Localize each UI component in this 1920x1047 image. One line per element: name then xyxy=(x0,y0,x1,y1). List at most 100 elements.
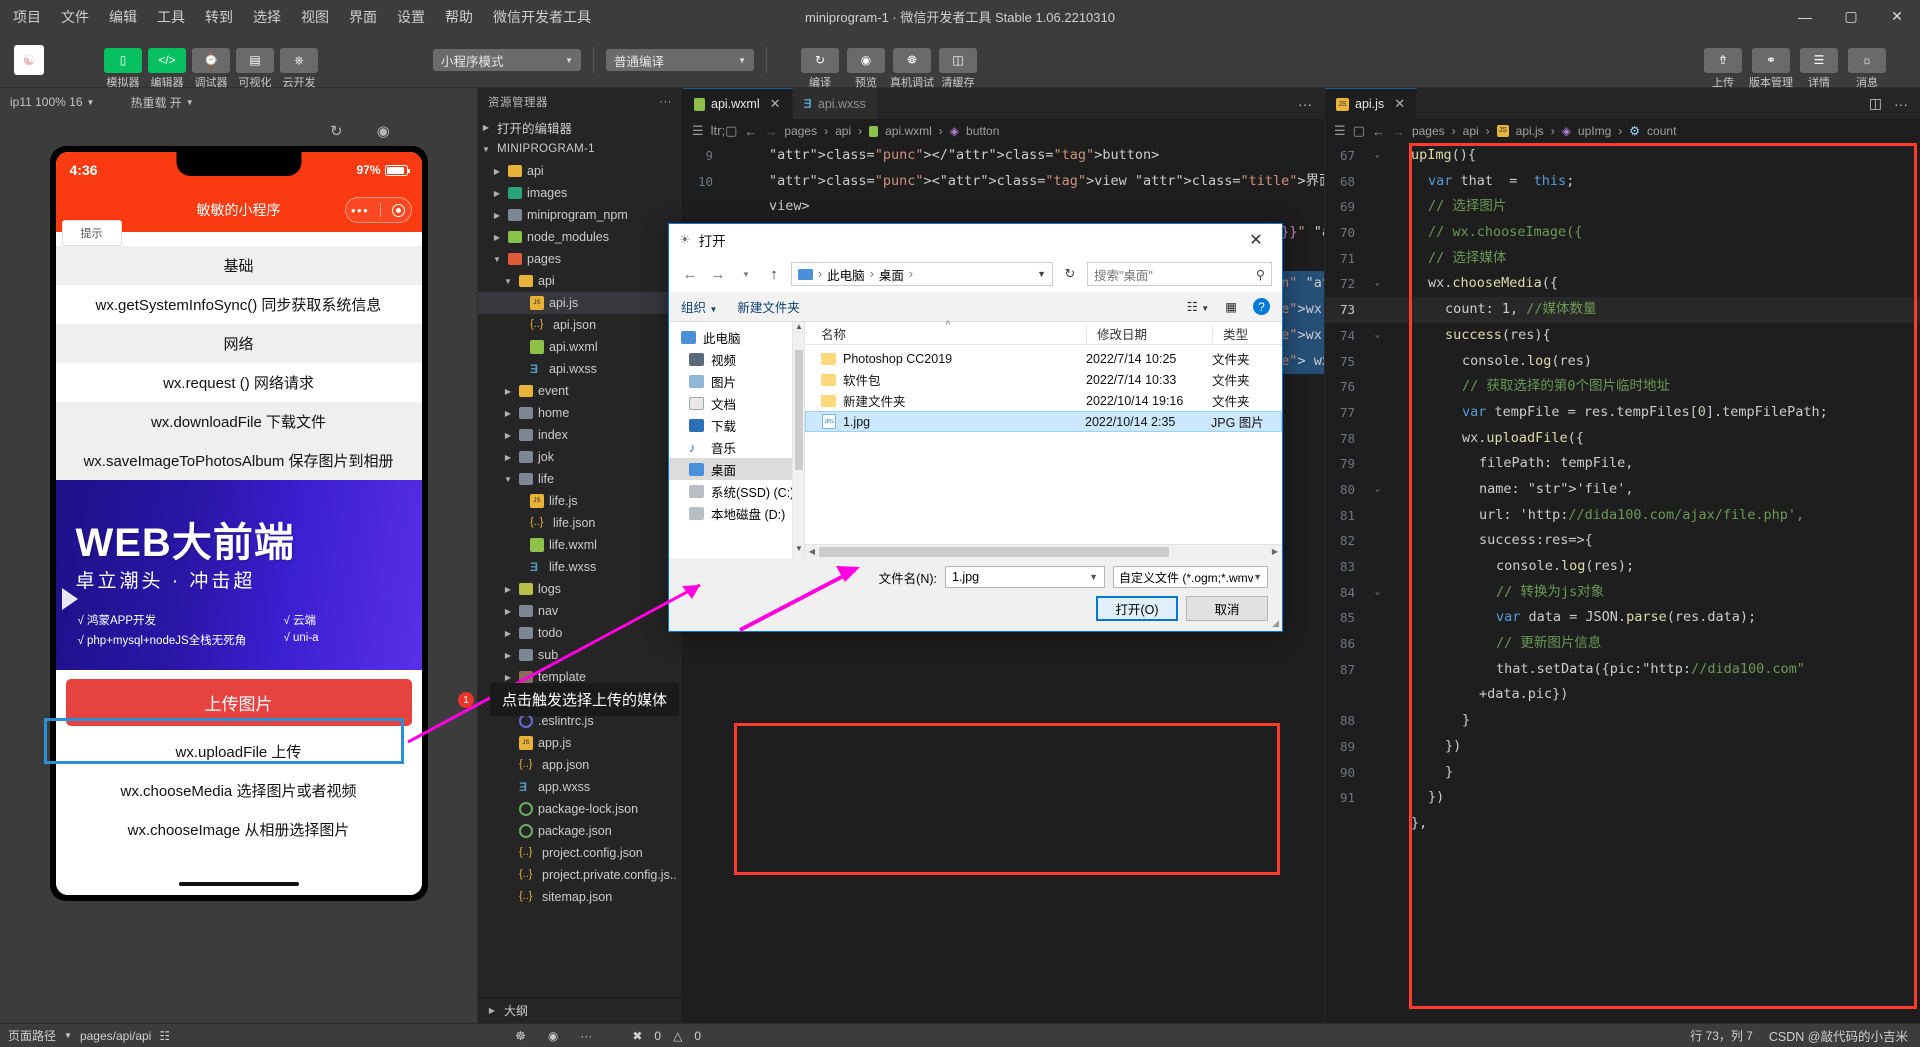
tree-item-sitemap-json[interactable]: {..} sitemap.json xyxy=(478,886,682,908)
more-icon[interactable]: ··· xyxy=(580,1029,592,1043)
menu-item-devtools[interactable]: 微信开发者工具 xyxy=(490,4,594,30)
breadcrumb-item[interactable]: api.js xyxy=(1516,124,1544,138)
tree-item-api[interactable]: ▶ api xyxy=(478,160,682,182)
mode-select[interactable]: 小程序模式 ▼ xyxy=(433,49,581,71)
nav-item----[interactable]: 此电脑 xyxy=(669,326,804,348)
tree-item-node-modules[interactable]: ▶ node_modules xyxy=(478,226,682,248)
open-button[interactable]: 打开(O) xyxy=(1096,596,1178,621)
maximize-icon[interactable]: ▢ xyxy=(1828,0,1874,33)
forward-icon[interactable]: → xyxy=(1392,124,1405,139)
list-item[interactable]: 网络 xyxy=(55,324,422,363)
breadcrumb-item[interactable]: upImg xyxy=(1578,124,1611,138)
tab-api-js[interactable]: JS api.js ✕ xyxy=(1325,88,1418,119)
breadcrumb-item[interactable]: pages xyxy=(784,124,817,138)
tab-api-wxml[interactable]: api.wxml ✕ xyxy=(683,88,793,119)
breadcrumb-item[interactable]: api xyxy=(1463,124,1479,138)
record-icon[interactable]: ◉ xyxy=(377,122,390,140)
file-row[interactable]: 新建文件夹 2022/10/14 19:16 文件夹 xyxy=(805,390,1282,411)
scroll-thumb[interactable] xyxy=(795,350,803,470)
address-segment[interactable]: 桌面 xyxy=(879,265,904,284)
tree-item-api-wxml[interactable]: api.wxml xyxy=(478,336,682,358)
back-icon[interactable]: ← xyxy=(744,124,757,139)
refresh-icon[interactable]: ↻ xyxy=(330,122,343,140)
nav-scrollbar[interactable]: ▲ ▼ xyxy=(792,322,804,558)
tree-item-index[interactable]: ▶ index xyxy=(478,424,682,446)
toggle-simulator-button[interactable]: ▯ 模拟器 xyxy=(104,47,142,89)
tree-item-todo[interactable]: ▶ todo xyxy=(478,622,682,644)
nav-item---[interactable]: 文档 xyxy=(669,392,804,414)
breadcrumb-item[interactable]: pages xyxy=(1412,124,1445,138)
tree-item-life-wxss[interactable]: Ǝlife.wxss xyxy=(478,556,682,578)
menu-item-tools[interactable]: 工具 xyxy=(154,4,188,30)
breadcrumb-item[interactable]: api.wxml xyxy=(885,124,932,138)
tree-item-jok[interactable]: ▶ jok xyxy=(478,446,682,468)
cursor-position[interactable]: 行 73，列 7 xyxy=(1690,1027,1753,1044)
compile-select[interactable]: 普通编译 ▼ xyxy=(606,49,754,71)
file-row[interactable]: Photoshop CC2019 2022/7/14 10:25 文件夹 xyxy=(805,348,1282,369)
capsule-buttons[interactable]: ••• xyxy=(344,197,412,223)
status-problems[interactable]: ✖ 0 △ 0 xyxy=(632,1029,701,1043)
search-input[interactable]: 搜索"桌面" ⚲ xyxy=(1087,262,1272,286)
close-tab-icon[interactable]: ✕ xyxy=(770,96,781,112)
menu-item-help[interactable]: 帮助 xyxy=(442,4,476,30)
close-icon[interactable]: ✕ xyxy=(1874,0,1920,33)
clear-cache-button[interactable]: ◫ 清缓存 xyxy=(939,47,977,89)
menu-item-goto[interactable]: 转到 xyxy=(202,4,236,30)
eye-icon[interactable]: ◉ xyxy=(548,1029,558,1043)
bookmark-icon[interactable]: ▢ xyxy=(1353,123,1365,139)
back-icon[interactable]: ← xyxy=(1372,124,1385,139)
column-name[interactable]: 名称 xyxy=(805,320,1086,343)
menu-item-view[interactable]: 视图 xyxy=(298,4,332,30)
scroll-right-icon[interactable]: ▶ xyxy=(1268,547,1282,556)
breadcrumb-item[interactable]: button xyxy=(966,124,999,138)
tree-item-project-root[interactable]: ▼ MINIPROGRAM-1 xyxy=(478,138,682,160)
tree-item-nav[interactable]: ▶ nav xyxy=(478,600,682,622)
compile-button[interactable]: ↻ 编译 xyxy=(801,47,839,89)
new-folder-button[interactable]: 新建文件夹 xyxy=(737,297,800,316)
filetype-select[interactable]: 自定义文件 (*.ogm;*.wmv;*.m| ▼ xyxy=(1113,566,1268,588)
organize-button[interactable]: 组织 ▼ xyxy=(681,297,717,316)
nav-item---[interactable]: 桌面 xyxy=(669,458,804,480)
tab-api-wxss[interactable]: Ǝ api.wxss xyxy=(792,88,878,119)
view-mode-button[interactable]: ☷ ▼ xyxy=(1187,299,1210,314)
refresh-icon[interactable]: ↻ xyxy=(1059,266,1081,282)
breadcrumb-item[interactable]: count xyxy=(1647,124,1676,138)
preview-button[interactable]: ◉ 预览 xyxy=(847,47,885,89)
more-icon[interactable]: ··· xyxy=(1298,96,1312,112)
tree-item-template[interactable]: ▶ template xyxy=(478,666,682,688)
tree-item-home[interactable]: ▶ home xyxy=(478,402,682,424)
tree-item-open-editors[interactable]: ▶ 打开的编辑器 xyxy=(478,116,682,138)
fold-indicator[interactable]: ⌄ xyxy=(1371,271,1384,297)
scroll-up-icon[interactable]: ▲ xyxy=(793,322,804,336)
list-item[interactable]: wx.chooseMedia 选择图片或者视频 xyxy=(56,771,422,810)
menu-item-select[interactable]: 选择 xyxy=(250,4,284,30)
address-segment[interactable]: 此电脑 xyxy=(827,265,865,284)
column-type[interactable]: 类型 xyxy=(1212,323,1282,343)
more-icon[interactable]: ··· xyxy=(659,96,672,108)
close-tab-icon[interactable]: ✕ xyxy=(1394,96,1405,112)
horizontal-scrollbar[interactable]: ◀ ▶ xyxy=(805,544,1282,559)
cancel-button[interactable]: 取消 xyxy=(1186,596,1268,621)
tree-item-utils[interactable]: ▶ utils xyxy=(478,688,682,710)
forward-icon[interactable]: → xyxy=(764,124,777,139)
copy-icon[interactable]: ☷ xyxy=(159,1029,170,1043)
scroll-thumb[interactable] xyxy=(819,546,1170,557)
preview-pane-icon[interactable]: ▦ xyxy=(1225,299,1237,314)
tree-item-life-js[interactable]: JS life.js xyxy=(478,490,682,512)
menu-item-ui[interactable]: 界面 xyxy=(346,4,380,30)
list-item[interactable]: 基础 xyxy=(55,246,422,285)
nav-item---[interactable]: ♪ 音乐 xyxy=(669,436,804,458)
tree-item-api-js[interactable]: JS api.js xyxy=(478,292,682,314)
tree-item-images[interactable]: ▶ images xyxy=(478,182,682,204)
back-icon[interactable]: ← xyxy=(679,266,701,283)
file-row[interactable]: JPG 1.jpg 2022/10/14 2:35 JPG 图片 xyxy=(805,411,1282,432)
tree-item-project-private-config-js--[interactable]: {..} project.private.config.js.. xyxy=(478,864,682,886)
nav-item----SSD---C--[interactable]: 系统(SSD) (C:) xyxy=(669,480,804,502)
chevron-down-icon[interactable]: ▼ xyxy=(1253,572,1262,582)
real-device-debug-button[interactable]: ☸ 真机调试 xyxy=(890,47,934,89)
toggle-debugger-button[interactable]: ⌚ 调试器 xyxy=(192,47,230,89)
tree-item-event[interactable]: ▶ event xyxy=(478,380,682,402)
version-control-button[interactable]: ⚭ 版本管理 xyxy=(1749,47,1793,89)
bookmark-icon[interactable]: ltr;▢ xyxy=(711,123,738,139)
tree-item-app-wxss[interactable]: Ǝapp.wxss xyxy=(478,776,682,798)
